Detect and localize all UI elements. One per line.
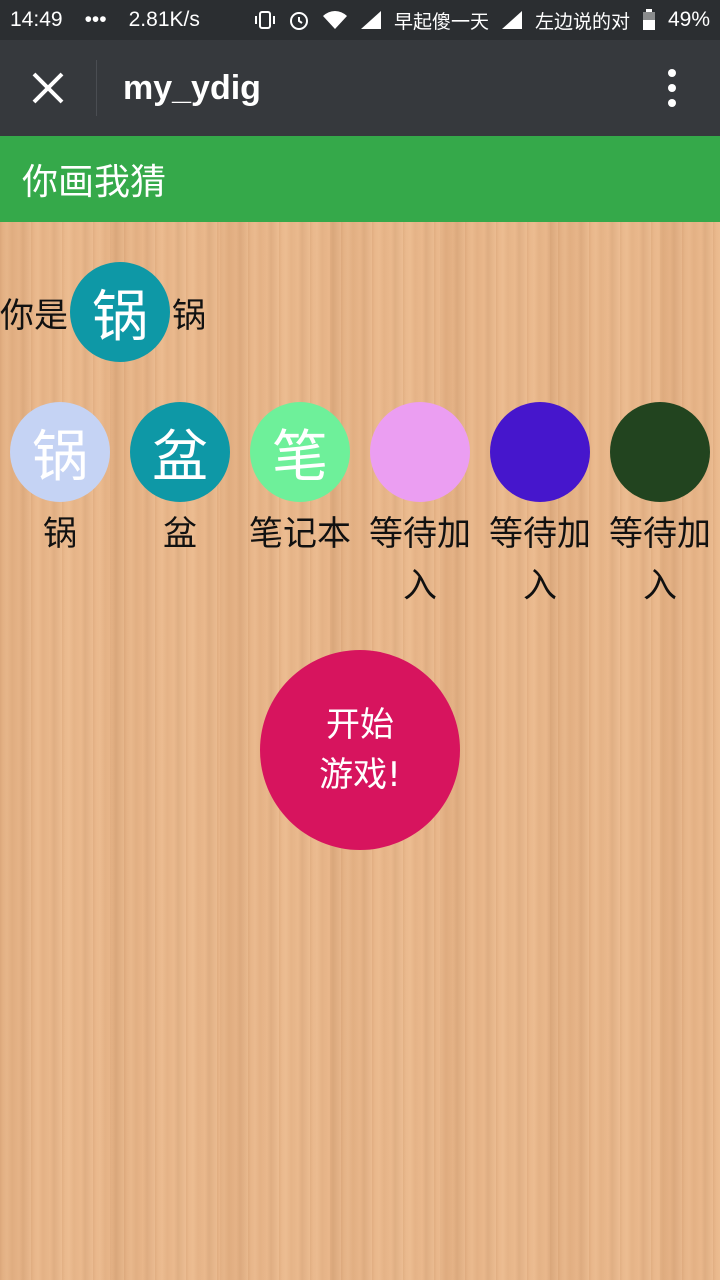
you-are-label: 你是 <box>0 295 68 336</box>
player-avatar-empty <box>610 402 710 502</box>
status-dots: ••• <box>84 8 107 31</box>
player-avatar-char: 盆 <box>152 424 208 490</box>
alarm-icon <box>288 9 310 31</box>
player-name-waiting: 等待加入 <box>489 514 591 606</box>
vibrate-icon <box>254 9 276 31</box>
player-name: 笔记本 <box>249 514 351 554</box>
close-button[interactable] <box>0 40 96 136</box>
wifi-icon <box>322 10 348 30</box>
player-avatar-char: 笔 <box>272 424 328 490</box>
start-button-line2: 游戏! <box>319 755 401 795</box>
player-name-waiting: 等待加入 <box>369 514 471 606</box>
status-time: 14:49 <box>10 8 63 31</box>
player-avatar-char: 锅 <box>32 424 88 490</box>
title-bar: my_ydig <box>0 40 720 136</box>
header-title: 你画我猜 <box>22 162 167 203</box>
battery-icon <box>642 9 656 31</box>
player-name: 盆 <box>163 514 197 554</box>
player-slot-empty: 等待加入 <box>360 402 480 612</box>
signal-icon-2 <box>501 10 523 30</box>
player-slot: 盆 盆 <box>120 402 240 612</box>
player-name: 锅 <box>43 514 77 554</box>
battery-percent: 49% <box>667 8 710 31</box>
carrier-name-2: 左边说的对 <box>534 11 630 33</box>
player-slot: 锅 锅 <box>0 402 120 612</box>
page-title: my_ydig <box>123 68 261 107</box>
my-name: 锅 <box>172 295 206 336</box>
more-vertical-icon <box>668 69 676 107</box>
title-divider <box>96 60 97 116</box>
player-avatar: 锅 <box>10 402 110 502</box>
close-icon <box>32 72 64 104</box>
my-identity-row: 你是 锅 锅 <box>0 262 206 362</box>
app-header: 你画我猜 <box>0 136 720 222</box>
player-avatar: 盆 <box>130 402 230 502</box>
player-avatar-empty <box>370 402 470 502</box>
start-button-line1: 开始 <box>326 705 394 745</box>
start-game-button[interactable]: 开始 游戏! <box>260 650 460 850</box>
player-slot-empty: 等待加入 <box>480 402 600 612</box>
player-slot: 笔 笔记本 <box>240 402 360 612</box>
signal-icon <box>360 10 382 30</box>
status-bar: 14:49 ••• 2.81K/s 早起傻一天 左边说的对 49% <box>0 0 720 40</box>
player-name-waiting: 等待加入 <box>609 514 711 606</box>
network-speed: 2.81K/s <box>128 8 200 31</box>
carrier-name-1: 早起傻一天 <box>393 11 489 33</box>
player-slot-empty: 等待加入 <box>600 402 720 612</box>
player-avatar-empty <box>490 402 590 502</box>
more-menu-button[interactable] <box>624 40 720 136</box>
player-avatar: 笔 <box>250 402 350 502</box>
player-list: 锅 锅 盆 盆 笔 笔记本 等待加入 等待加入 等待加入 <box>0 402 720 612</box>
my-avatar: 锅 <box>70 262 170 362</box>
my-avatar-char: 锅 <box>92 284 148 350</box>
